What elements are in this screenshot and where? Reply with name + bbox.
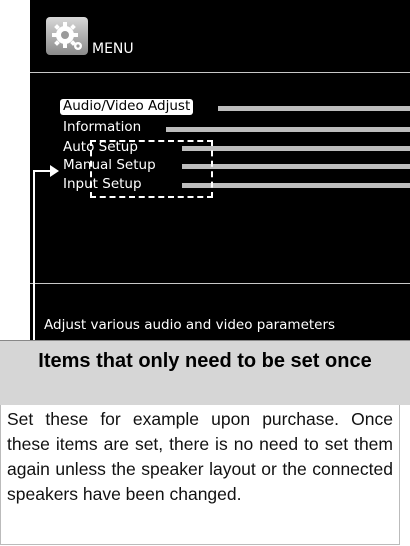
leader-line — [182, 183, 410, 188]
pointer-line — [33, 171, 35, 351]
settings-gear-icon — [46, 17, 88, 55]
pointer-line — [33, 170, 51, 172]
setup-items-highlight — [90, 140, 213, 198]
menu-title: MENU — [92, 41, 134, 57]
note-box: Items that only need to be set once Set … — [0, 340, 410, 546]
arrow-right-icon — [50, 165, 59, 177]
note-body: Set these for example upon purchase. Onc… — [0, 405, 400, 545]
menu-item-information[interactable]: Information — [63, 120, 141, 136]
menu-hint: Adjust various audio and video parameter… — [44, 317, 336, 333]
bottom-divider — [30, 283, 410, 284]
osd-screen: MENU Audio/Video Adjust Information Auto… — [30, 0, 410, 340]
leader-line — [218, 106, 410, 111]
note-title: Items that only need to be set once — [0, 341, 410, 405]
leader-line — [166, 127, 410, 132]
leader-line — [182, 164, 410, 169]
leader-line — [182, 146, 410, 151]
top-divider — [30, 72, 410, 73]
menu-item-audio-video-adjust[interactable]: Audio/Video Adjust — [60, 99, 194, 115]
